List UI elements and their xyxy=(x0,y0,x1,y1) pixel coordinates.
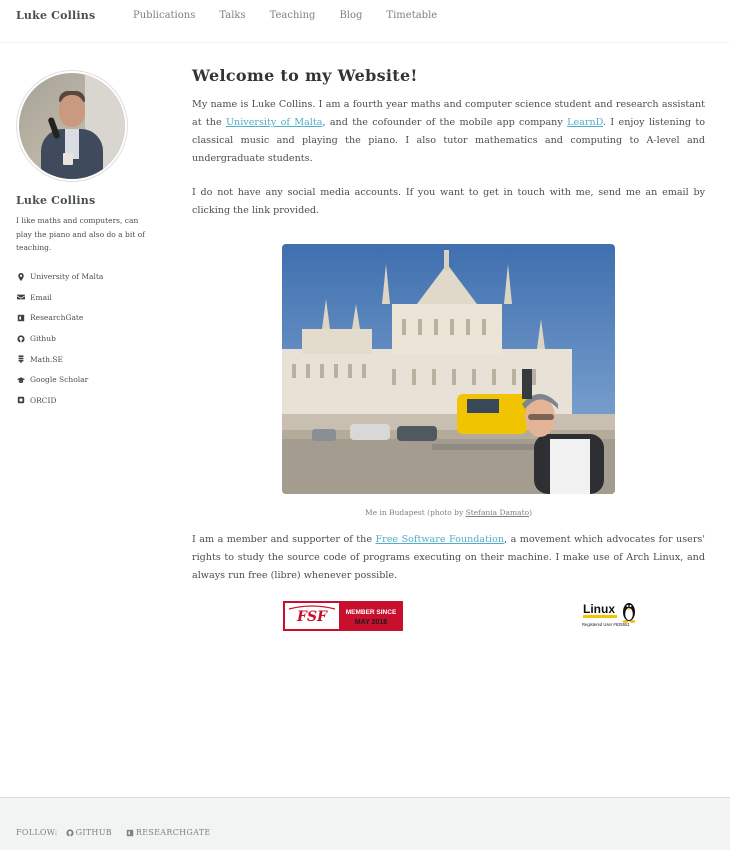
link-google-scholar[interactable]: Google Scholar xyxy=(16,369,151,390)
fsf-link[interactable]: Free Software Foundation xyxy=(375,534,504,545)
fsf-member-badge[interactable]: FSF MEMBER SINCE MAY 2018 xyxy=(283,601,403,631)
fsf-badge-line2: MAY 2018 xyxy=(355,619,387,626)
intro-paragraph: My name is Luke Collins. I am a fourth y… xyxy=(192,96,705,168)
fsf-text-1: I am a member and supporter of the xyxy=(192,534,376,545)
fsf-badge-line1: MEMBER SINCE xyxy=(346,609,397,616)
site-title[interactable]: Luke Collins xyxy=(16,9,95,22)
fsf-paragraph: I am a member and supporter of the Free … xyxy=(192,531,705,585)
photo-caption: Me in Budapest (photo by Stefania Damato… xyxy=(192,508,705,517)
author-links: University of Malta Email ResearchGate G… xyxy=(16,267,151,411)
footer-github-label[interactable]: GITHUB xyxy=(76,828,112,837)
contact-paragraph: I do not have any social media accounts.… xyxy=(192,187,705,216)
nav-blog[interactable]: Blog xyxy=(339,10,362,21)
link-university-label: University of Malta xyxy=(30,272,104,282)
github-icon xyxy=(16,334,26,344)
link-github[interactable]: Github xyxy=(16,328,151,349)
nav-teaching[interactable]: Teaching xyxy=(270,10,316,21)
caption-text-end: ) xyxy=(529,508,533,517)
footer-github-link[interactable]: GITHUB xyxy=(66,828,112,837)
author-name: Luke Collins xyxy=(16,194,96,207)
nav-talks[interactable]: Talks xyxy=(219,10,245,21)
svg-text:FSF: FSF xyxy=(296,609,328,625)
footer-researchgate-label[interactable]: RESEARCHGATE xyxy=(136,828,211,837)
link-email[interactable]: Email xyxy=(16,287,151,308)
link-orcid[interactable]: ORCID xyxy=(16,390,151,411)
link-researchgate[interactable]: ResearchGate xyxy=(16,308,151,329)
orcid-icon xyxy=(16,395,26,405)
link-google-scholar-label[interactable]: Google Scholar xyxy=(30,375,88,384)
link-researchgate-label[interactable]: ResearchGate xyxy=(30,313,83,322)
avatar-photo xyxy=(19,73,125,179)
link-math-se-label[interactable]: Math.SE xyxy=(30,355,63,364)
budapest-photo xyxy=(282,244,615,494)
map-marker-icon xyxy=(16,272,26,282)
university-of-malta-link[interactable]: University of Malta xyxy=(226,117,322,128)
follow-label: FOLLOW: xyxy=(16,828,58,837)
avatar xyxy=(16,70,128,182)
page-footer: FOLLOW: GITHUB RESEARCHGATE xyxy=(0,797,730,850)
author-bio: I like maths and computers, can play the… xyxy=(16,216,145,252)
learnd-link[interactable]: LearnD xyxy=(567,117,603,128)
link-github-label[interactable]: Github xyxy=(30,334,56,343)
github-icon xyxy=(66,828,74,837)
nav-timetable[interactable]: Timetable xyxy=(386,10,437,21)
envelope-icon xyxy=(16,292,26,302)
main-nav: Publications Talks Teaching Blog Timetab… xyxy=(133,10,461,21)
link-math-se[interactable]: Math.SE xyxy=(16,349,151,370)
researchgate-icon xyxy=(126,829,134,836)
author-sidebar: Luke Collins I like maths and computers,… xyxy=(16,70,151,411)
link-university: University of Malta xyxy=(16,267,151,288)
linux-badge-title: Linux xyxy=(583,602,615,616)
caption-text: Me in Budapest (photo by xyxy=(364,508,466,517)
intro-text-2: , and the cofounder of the mobile app co… xyxy=(322,117,568,128)
photographer-link[interactable]: Stefania Damato xyxy=(466,508,530,517)
page-title: Welcome to my Website! xyxy=(192,66,418,85)
link-orcid-label[interactable]: ORCID xyxy=(30,396,57,405)
footer-follow: FOLLOW: GITHUB RESEARCHGATE xyxy=(16,828,225,837)
nav-publications[interactable]: Publications xyxy=(133,10,195,21)
masthead: Luke Collins Publications Talks Teaching… xyxy=(0,0,730,43)
stack-exchange-icon xyxy=(16,354,26,364)
main-content: Welcome to my Website! My name is Luke C… xyxy=(192,66,705,631)
linux-registered-badge[interactable]: Linux Registered User #625551 xyxy=(581,599,641,631)
tux-penguin-icon xyxy=(622,603,636,623)
linux-badge-sub: Registered User #625551 xyxy=(582,622,630,627)
researchgate-icon xyxy=(16,313,26,323)
footer-researchgate-link[interactable]: RESEARCHGATE xyxy=(126,828,211,837)
graduation-cap-icon xyxy=(16,375,26,385)
link-email-label[interactable]: Email xyxy=(30,293,52,302)
